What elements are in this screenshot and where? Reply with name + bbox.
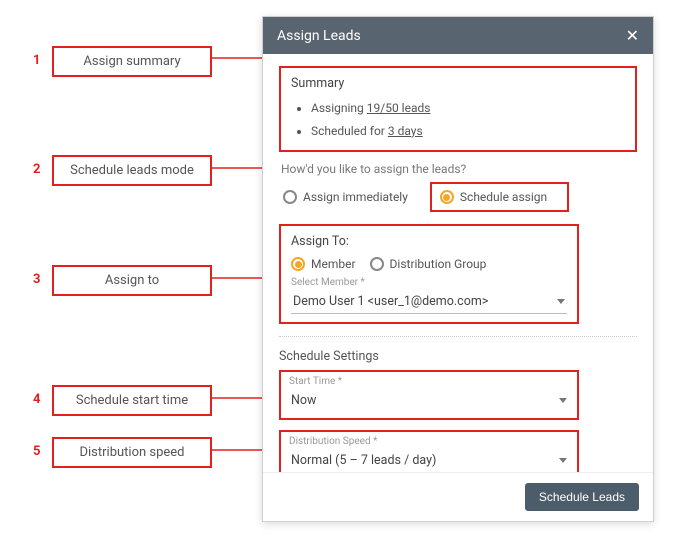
assign-leads-panel: Assign Leads ✕ Summary Assigning 19/50 l… (262, 16, 654, 522)
callout-box-1: Assign summary (52, 46, 212, 77)
panel-title: Assign Leads (277, 28, 361, 44)
callout-number-3: 3 (33, 272, 40, 287)
start-time-dropdown[interactable]: Now (289, 389, 569, 412)
close-icon[interactable]: ✕ (626, 26, 639, 45)
select-member-dropdown[interactable]: Demo User 1 <user_1@demo.com> (291, 290, 567, 314)
panel-footer: Schedule Leads (263, 472, 653, 521)
assign-to-option-group[interactable]: Distribution Group (370, 255, 487, 273)
distribution-speed-dropdown[interactable]: Normal (5 – 7 leads / day) (289, 449, 569, 472)
chevron-down-icon (557, 299, 565, 304)
callout-label-3: Assign to (105, 273, 159, 288)
callout-box-3: Assign to (52, 265, 212, 296)
start-time-label: Start Time * (289, 376, 569, 387)
summary-sched-count: 3 days (388, 124, 423, 138)
summary-heading: Summary (291, 76, 625, 91)
callout-label-1: Assign summary (83, 54, 180, 69)
panel-body: Summary Assigning 19/50 leads Scheduled … (263, 54, 653, 472)
mode-immediate-label: Assign immediately (303, 190, 408, 204)
summary-item-assigning: Assigning 19/50 leads (311, 97, 625, 120)
radio-icon-selected (440, 190, 454, 204)
assign-to-heading: Assign To: (291, 234, 567, 249)
mode-option-immediate[interactable]: Assign immediately (279, 184, 412, 210)
callout-box-5: Distribution speed (52, 437, 212, 468)
summary-assign-count: 19/50 leads (367, 101, 431, 115)
summary-section: Summary Assigning 19/50 leads Scheduled … (279, 66, 637, 152)
callout-label-5: Distribution speed (79, 445, 184, 460)
assign-to-member-label: Member (311, 257, 356, 271)
assign-to-group-label: Distribution Group (390, 257, 487, 271)
schedule-settings-heading: Schedule Settings (279, 349, 637, 364)
summary-item-scheduled: Scheduled for 3 days (311, 120, 625, 143)
distribution-speed-label: Distribution Speed * (289, 436, 569, 447)
radio-icon-selected (291, 257, 305, 271)
section-divider (279, 336, 637, 337)
mode-question: How'd you like to assign the leads? (281, 162, 637, 176)
assign-to-radio-row: Member Distribution Group (291, 255, 567, 273)
callout-number-1: 1 (33, 53, 40, 68)
callout-number-2: 2 (33, 162, 40, 177)
distribution-speed-value: Normal (5 – 7 leads / day) (291, 453, 436, 468)
mode-radio-row: Assign immediately Schedule assign (279, 182, 637, 212)
callout-label-2: Schedule leads mode (70, 163, 194, 178)
callout-box-2: Schedule leads mode (52, 155, 212, 186)
callout-box-4: Schedule start time (52, 385, 212, 416)
distribution-speed-section: Distribution Speed * Normal (5 – 7 leads… (279, 430, 579, 472)
chevron-down-icon (559, 458, 567, 463)
callout-number-4: 4 (33, 392, 40, 407)
radio-icon (370, 257, 384, 271)
mode-schedule-label: Schedule assign (460, 190, 547, 204)
select-member-value: Demo User 1 <user_1@demo.com> (293, 294, 488, 309)
callout-label-4: Schedule start time (76, 393, 188, 408)
summary-sched-text: Scheduled for (311, 124, 388, 138)
select-member-label: Select Member * (291, 277, 567, 288)
schedule-leads-button[interactable]: Schedule Leads (525, 483, 639, 511)
panel-header: Assign Leads ✕ (263, 17, 653, 54)
assign-to-section: Assign To: Member Distribution Group Sel… (279, 224, 579, 324)
radio-icon (283, 190, 297, 204)
summary-list: Assigning 19/50 leads Scheduled for 3 da… (291, 97, 625, 143)
start-time-section: Start Time * Now (279, 370, 579, 420)
mode-option-schedule[interactable]: Schedule assign (430, 182, 569, 212)
summary-assign-text: Assigning (311, 101, 367, 115)
assign-to-option-member[interactable]: Member (291, 255, 356, 273)
start-time-value: Now (291, 393, 316, 408)
callout-number-5: 5 (33, 444, 40, 459)
chevron-down-icon (559, 398, 567, 403)
